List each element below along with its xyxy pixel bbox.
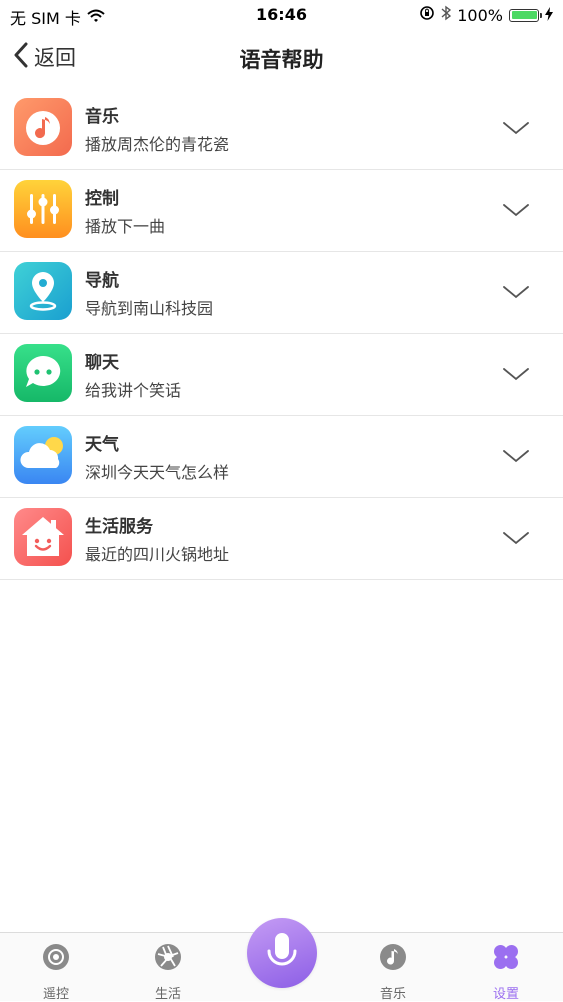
music-disc-icon — [379, 943, 407, 971]
music-note-icon — [14, 98, 72, 156]
item-subtitle: 播放下一曲 — [85, 217, 166, 236]
tab-label: 设置 — [492, 987, 519, 1002]
chat-bubble-icon — [14, 344, 72, 402]
list-item-navigation[interactable]: 导航 导航到南山科技园 — [0, 252, 563, 334]
chevron-down-icon[interactable] — [503, 448, 529, 467]
item-subtitle: 最近的四川火锅地址 — [85, 545, 230, 564]
list-item-life-service[interactable]: 生活服务 最近的四川火锅地址 — [0, 498, 563, 580]
location-pin-icon — [14, 262, 72, 320]
tab-label: 生活 — [154, 987, 181, 1002]
status-bar: 无 SIM 卡 16:46 100% — [0, 0, 563, 30]
battery-fill — [511, 11, 537, 19]
list-item-chat[interactable]: 聊天 给我讲个笑话 — [0, 334, 563, 416]
item-title: 控制 — [85, 189, 119, 209]
item-subtitle: 播放周杰伦的青花瓷 — [85, 135, 230, 154]
orientation-lock-icon — [419, 5, 435, 25]
list-item-control[interactable]: 控制 播放下一曲 — [0, 170, 563, 252]
tab-remote[interactable]: 遥控 — [6, 933, 106, 1002]
battery-icon — [509, 8, 542, 22]
remote-icon — [42, 943, 70, 971]
chevron-down-icon[interactable] — [503, 284, 529, 303]
battery-percent: 100% — [457, 5, 503, 25]
chevron-down-icon[interactable] — [503, 366, 529, 385]
weather-cloud-icon — [14, 426, 72, 484]
chevron-down-icon[interactable] — [503, 530, 529, 549]
voice-help-list: 音乐 播放周杰伦的青花瓷 控制 播放下一曲 导航 导航到南山科技园 聊天 给我讲… — [0, 88, 563, 580]
sliders-icon — [14, 180, 72, 238]
charging-bolt-icon — [545, 6, 553, 25]
item-subtitle: 导航到南山科技园 — [85, 299, 214, 318]
item-title: 音乐 — [85, 107, 119, 127]
tab-label: 音乐 — [379, 987, 406, 1002]
item-title: 聊天 — [85, 353, 119, 373]
chevron-down-icon[interactable] — [503, 202, 529, 221]
status-right: 100% — [419, 5, 553, 25]
list-item-weather[interactable]: 天气 深圳今天天气怎么样 — [0, 416, 563, 498]
tab-life[interactable]: 生活 — [118, 933, 218, 1002]
home-smile-icon — [14, 508, 72, 566]
clover-icon — [492, 943, 520, 971]
chevron-down-icon[interactable] — [503, 120, 529, 139]
page-title: 语音帮助 — [239, 48, 324, 72]
item-title: 天气 — [85, 435, 119, 455]
bluetooth-icon — [441, 5, 452, 25]
tab-settings[interactable]: 设置 — [456, 933, 556, 1002]
item-title: 生活服务 — [85, 517, 153, 537]
aperture-icon — [154, 943, 182, 971]
voice-input-button[interactable] — [247, 918, 317, 988]
microphone-icon — [266, 931, 298, 979]
item-title: 导航 — [85, 271, 119, 291]
tab-music[interactable]: 音乐 — [343, 933, 443, 1002]
item-subtitle: 深圳今天天气怎么样 — [85, 463, 230, 482]
list-item-music[interactable]: 音乐 播放周杰伦的青花瓷 — [0, 88, 563, 170]
nav-bar: 返回 语音帮助 — [0, 30, 563, 88]
item-subtitle: 给我讲个笑话 — [85, 381, 182, 400]
tab-label: 遥控 — [42, 987, 69, 1002]
